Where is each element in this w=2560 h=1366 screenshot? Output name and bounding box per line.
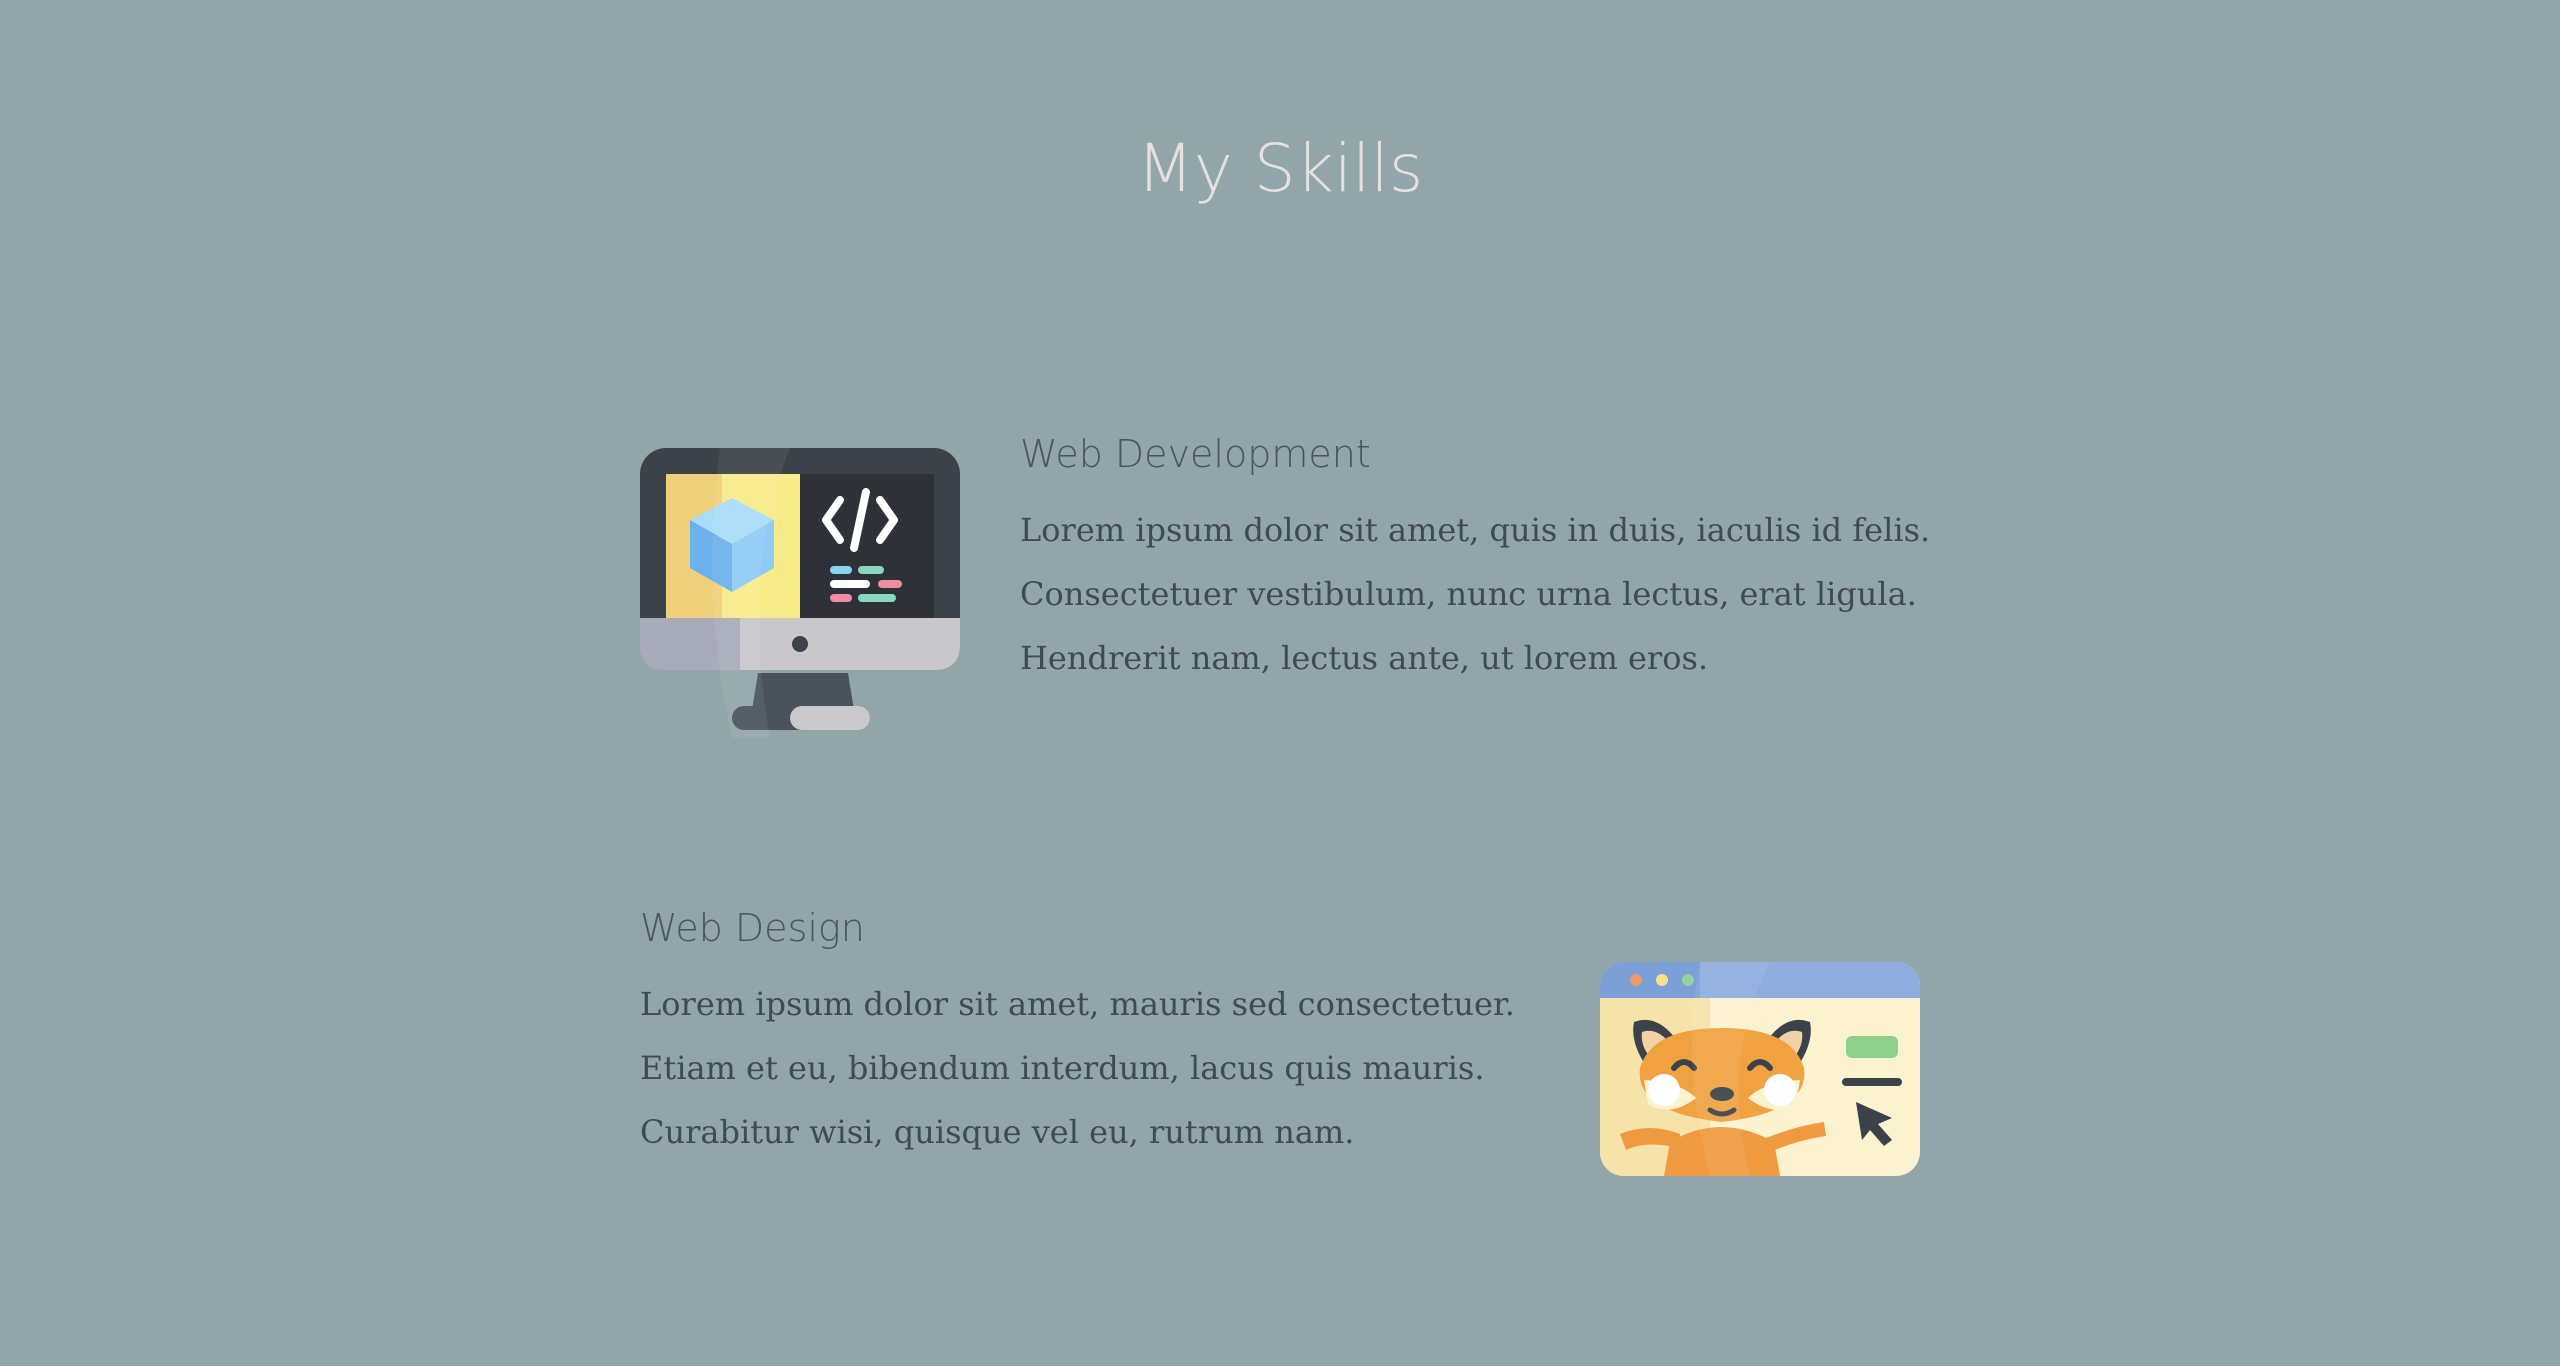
monitor-code-icon	[640, 448, 960, 738]
skill-description-line: Hendrerit nam, lectus ante, ut lorem ero…	[1020, 639, 1709, 677]
browser-fox-icon	[1600, 962, 1920, 1176]
skill-heading: Web Design	[640, 906, 865, 950]
skill-description-line: Consectetuer vestibulum, nunc urna lectu…	[1020, 575, 1917, 613]
page-title: My Skills	[1136, 130, 1424, 207]
skill-heading: Web Development	[1020, 432, 1371, 476]
skill-description-line: Lorem ipsum dolor sit amet, quis in duis…	[1020, 511, 1931, 549]
skill-description-line: Curabitur wisi, quisque vel eu, rutrum n…	[640, 1113, 1355, 1151]
skill-web-design: Web Design Lorem ipsum dolor sit amet, m…	[640, 906, 1515, 1164]
skill-description: Lorem ipsum dolor sit amet, mauris sed c…	[640, 972, 1515, 1164]
skills-page: My Skills Web Development Lorem ipsum do…	[0, 0, 2560, 1366]
skill-description-line: Etiam et eu, bibendum interdum, lacus qu…	[640, 1049, 1485, 1087]
skill-description: Lorem ipsum dolor sit amet, quis in duis…	[1020, 498, 1930, 690]
skill-description-line: Lorem ipsum dolor sit amet, mauris sed c…	[640, 985, 1515, 1023]
skill-web-development: Web Development Lorem ipsum dolor sit am…	[1020, 432, 1930, 690]
